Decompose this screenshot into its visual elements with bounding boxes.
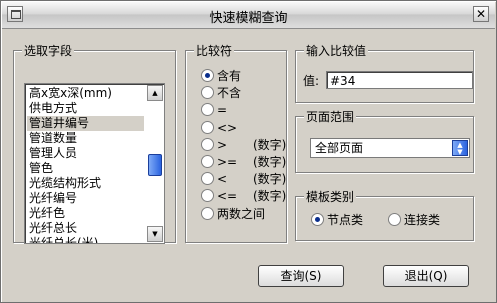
field-list-item[interactable]: 管道井编号 xyxy=(27,116,144,131)
compare-radio-label: 含有 xyxy=(217,69,242,83)
dropdown-spinner-icon[interactable]: ▲ ▼ xyxy=(452,140,468,156)
compare-radio-indicator[interactable] xyxy=(201,120,214,134)
compare-radio-7[interactable]: <= (数字) xyxy=(201,188,286,204)
field-list-item[interactable]: 光纤总长 xyxy=(27,221,144,236)
compare-radio-note: (数字) xyxy=(253,189,287,204)
page-range-select[interactable]: 全部页面 ▲ ▼ xyxy=(310,138,470,158)
compare-radio-2[interactable]: = xyxy=(201,102,227,118)
value-input[interactable]: #34 xyxy=(326,71,473,89)
input-group-title: 输入比较值 xyxy=(304,42,369,59)
scroll-down-arrow-icon[interactable]: ▼ xyxy=(147,226,163,242)
field-list-item[interactable]: 管理人员 xyxy=(27,146,144,161)
radio-link-label: 连接类 xyxy=(404,213,441,227)
dialog-window: 快速模糊查询 ✕ 选取字段 高x宽x深(mm) 供电方式 管道井编号 管道数量 管理人员… xyxy=(0,0,497,303)
compare-radio-indicator[interactable] xyxy=(201,206,214,220)
page-range-value: 全部页面 xyxy=(315,141,364,155)
compare-radio-indicator[interactable] xyxy=(201,189,214,203)
compare-group-title: 比较符 xyxy=(194,42,235,59)
compare-radio-indicator[interactable] xyxy=(201,172,214,186)
window-title: 快速模糊查询 xyxy=(209,11,288,26)
title-bar[interactable]: 快速模糊查询 ✕ xyxy=(2,2,495,29)
scroll-thumb[interactable] xyxy=(148,154,162,176)
template-radio-link[interactable]: 连接类 xyxy=(388,212,440,228)
compare-group: 比较符 含有 不含 = <> > (数字) >= (数字) < (数字) <= (数字) 两数之间 xyxy=(185,42,287,243)
field-group: 选取字段 高x宽x深(mm) 供电方式 管道井编号 管道数量 管理人员 管色 光缆结构形式光… xyxy=(13,42,176,244)
field-list-item[interactable]: 供电方式 xyxy=(27,101,144,116)
compare-radio-label: 两数之间 xyxy=(217,206,266,221)
field-list-item[interactable]: 管色 xyxy=(27,161,144,176)
radio-link-indicator[interactable] xyxy=(388,213,401,226)
field-list-item[interactable]: 光纤总长(米) xyxy=(27,236,144,243)
template-group-title: 模板类别 xyxy=(304,188,357,205)
compare-radio-5[interactable]: >= (数字) xyxy=(201,154,286,170)
compare-radio-label: = xyxy=(217,103,228,118)
field-list-item[interactable]: 光纤色 xyxy=(27,206,144,221)
exit-button[interactable]: 退出(Q) xyxy=(383,265,469,287)
template-radio-node[interactable]: 节点类 xyxy=(311,212,363,228)
compare-radio-label: 不含 xyxy=(217,86,242,101)
compare-radio-indicator[interactable] xyxy=(201,69,214,82)
compare-radio-label: <> xyxy=(217,120,238,135)
field-list-item[interactable]: 光纤编号 xyxy=(27,191,144,206)
close-button[interactable]: ✕ xyxy=(473,6,489,22)
compare-radio-indicator[interactable] xyxy=(201,86,214,100)
compare-radio-8[interactable]: 两数之间 xyxy=(201,206,265,222)
compare-radio-label: >= xyxy=(217,155,238,169)
compare-radio-label: <= xyxy=(217,189,238,204)
spinner-down-arrow-icon: ▼ xyxy=(457,148,463,156)
compare-radio-note: (数字) xyxy=(253,172,287,187)
compare-radio-indicator[interactable] xyxy=(201,137,214,151)
field-items: 高x宽x深(mm) 供电方式 管道井编号 管道数量 管理人员 管色 光缆结构形式 光纤编号 光纤… xyxy=(27,86,144,243)
field-list-item[interactable]: 管道数量 xyxy=(27,131,144,146)
field-list-item[interactable]: 光缆结构形式 xyxy=(27,176,144,191)
scroll-up-arrow-icon[interactable]: ▲ xyxy=(147,85,163,101)
field-list-item[interactable]: 高x宽x深(mm) xyxy=(27,86,144,101)
radio-node-label: 节点类 xyxy=(327,213,364,227)
compare-radio-note: (数字) xyxy=(253,137,287,152)
compare-radio-indicator[interactable] xyxy=(201,155,214,168)
field-scrollbar[interactable]: ▲ ▼ xyxy=(147,85,163,242)
compare-radio-indicator[interactable] xyxy=(201,103,214,117)
compare-radio-6[interactable]: < (数字) xyxy=(201,171,286,187)
compare-radio-1[interactable]: 不含 xyxy=(201,85,241,101)
compare-radio-4[interactable]: > (数字) xyxy=(201,137,286,153)
compare-radio-0[interactable]: 含有 xyxy=(201,68,241,84)
field-listbox[interactable]: 高x宽x深(mm) 供电方式 管道井编号 管道数量 管理人员 管色 光缆结构形式 光纤编号 光纤… xyxy=(24,83,165,244)
compare-radio-note: (数字) xyxy=(253,155,287,169)
range-group-title: 页面范围 xyxy=(304,108,357,125)
compare-radio-label: > xyxy=(217,137,228,152)
compare-radio-label: < xyxy=(217,172,228,187)
value-label: 值: xyxy=(303,74,320,88)
radio-node-indicator[interactable] xyxy=(311,213,324,226)
query-button[interactable]: 查询(S) xyxy=(258,265,344,287)
field-group-title: 选取字段 xyxy=(22,42,75,59)
compare-radio-3[interactable]: <> xyxy=(201,120,237,136)
